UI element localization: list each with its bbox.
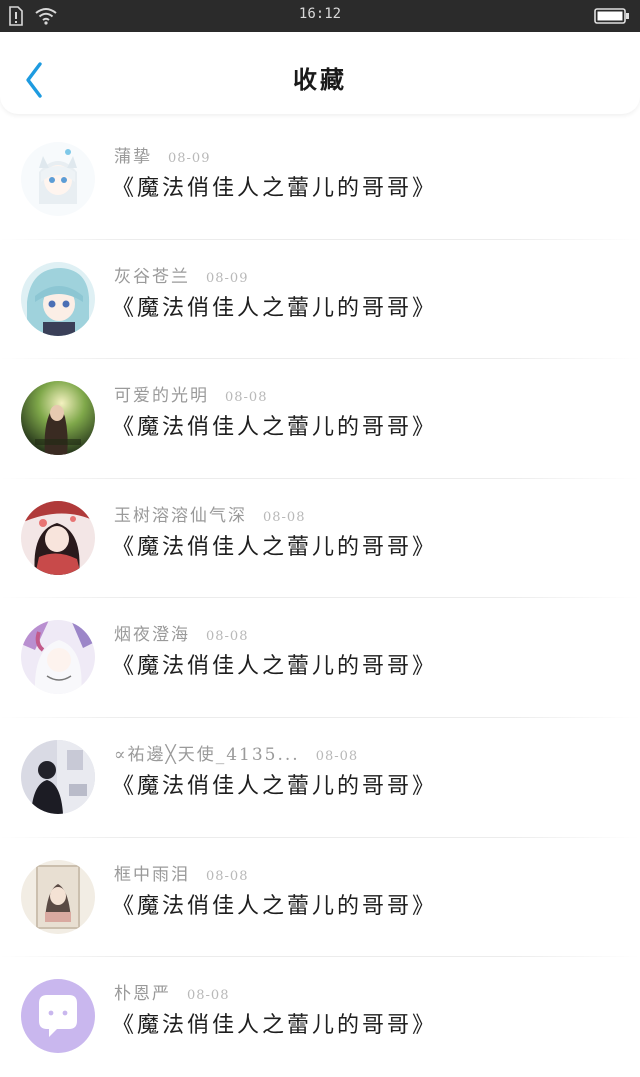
author-name: 可爱的光明 xyxy=(114,386,209,407)
user-avatar[interactable] xyxy=(21,142,95,216)
list-item[interactable]: 可爱的光明 08-08 《魔法俏佳人之蕾儿的哥哥》 xyxy=(0,359,640,479)
author-name: 灰谷苍兰 xyxy=(114,266,190,287)
item-title: 《魔法俏佳人之蕾儿的哥哥》 xyxy=(112,893,438,919)
author-name: 玉树溶溶仙气深 xyxy=(114,505,247,526)
item-title: 《魔法俏佳人之蕾儿的哥哥》 xyxy=(112,415,438,441)
user-avatar[interactable] xyxy=(21,620,95,695)
item-meta: ∝祐邊╳天使_4135... 08-08 xyxy=(114,740,358,765)
list-item[interactable]: ∝祐邊╳天使_4135... 08-08 《魔法俏佳人之蕾儿的哥哥》 xyxy=(0,718,640,838)
author-name: 蒲挚 xyxy=(114,147,152,167)
item-date: 08-08 xyxy=(206,629,249,645)
battery-icon xyxy=(594,8,629,24)
item-meta: 灰谷苍兰 08-09 xyxy=(114,262,248,287)
list-item[interactable]: 玉树溶溶仙气深 08-08 《魔法俏佳人之蕾儿的哥哥》 xyxy=(0,479,640,599)
author-name: ∝祐邊╳天使_4135... xyxy=(114,744,300,765)
item-meta: 烟夜澄海 08-08 xyxy=(114,620,248,645)
item-meta: 蒲挚 08-09 xyxy=(114,142,210,167)
item-meta: 朴恩严 08-08 xyxy=(114,979,229,1004)
item-date: 08-08 xyxy=(206,868,249,884)
item-date: 08-09 xyxy=(168,151,211,166)
item-date: 08-08 xyxy=(315,748,359,764)
item-title: 《魔法俏佳人之蕾儿的哥哥》 xyxy=(112,176,438,201)
page-title: 收藏 xyxy=(293,65,347,94)
item-meta: 框中雨泪 08-08 xyxy=(114,860,248,885)
author-name: 烟夜澄海 xyxy=(114,625,190,646)
author-name: 朴恩严 xyxy=(114,984,171,1005)
item-title: 《魔法俏佳人之蕾儿的哥哥》 xyxy=(112,773,438,799)
item-title: 《魔法俏佳人之蕾儿的哥哥》 xyxy=(112,1013,438,1039)
user-avatar[interactable] xyxy=(21,381,95,456)
item-date: 08-08 xyxy=(187,988,230,1004)
status-bar: 16:12 xyxy=(0,0,640,32)
header: 收藏 xyxy=(0,32,640,114)
user-avatar[interactable] xyxy=(21,500,95,575)
author-name: 框中雨泪 xyxy=(114,864,190,885)
user-avatar[interactable] xyxy=(21,739,95,814)
favorites-list: 蒲挚 08-09 《魔法俏佳人之蕾儿的哥哥》 灰谷苍兰 08-09 《魔法俏佳人之蕾… xyxy=(0,120,640,1077)
list-item[interactable]: 蒲挚 08-09 《魔法俏佳人之蕾儿的哥哥》 xyxy=(0,120,640,240)
default-avatar-icon[interactable] xyxy=(21,979,95,1054)
user-avatar[interactable] xyxy=(21,859,95,934)
status-time: 16:12 xyxy=(298,6,342,22)
item-date: 08-08 xyxy=(263,509,306,525)
item-date: 08-09 xyxy=(206,270,249,286)
item-meta: 玉树溶溶仙气深 08-08 xyxy=(114,501,305,526)
list-item[interactable]: 烟夜澄海 08-08 《魔法俏佳人之蕾儿的哥哥》 xyxy=(0,598,640,718)
user-avatar[interactable] xyxy=(21,261,95,336)
list-item[interactable]: 灰谷苍兰 08-09 《魔法俏佳人之蕾儿的哥哥》 xyxy=(0,240,640,360)
item-title: 《魔法俏佳人之蕾儿的哥哥》 xyxy=(112,295,438,321)
item-date: 08-08 xyxy=(225,390,268,406)
item-meta: 可爱的光明 08-08 xyxy=(114,381,267,406)
list-item[interactable]: 框中雨泪 08-08 《魔法俏佳人之蕾儿的哥哥》 xyxy=(0,838,640,958)
item-title: 《魔法俏佳人之蕾儿的哥哥》 xyxy=(112,534,438,560)
item-title: 《魔法俏佳人之蕾儿的哥哥》 xyxy=(112,654,438,680)
list-item[interactable]: 朴恩严 08-08 《魔法俏佳人之蕾儿的哥哥》 xyxy=(0,957,640,1077)
